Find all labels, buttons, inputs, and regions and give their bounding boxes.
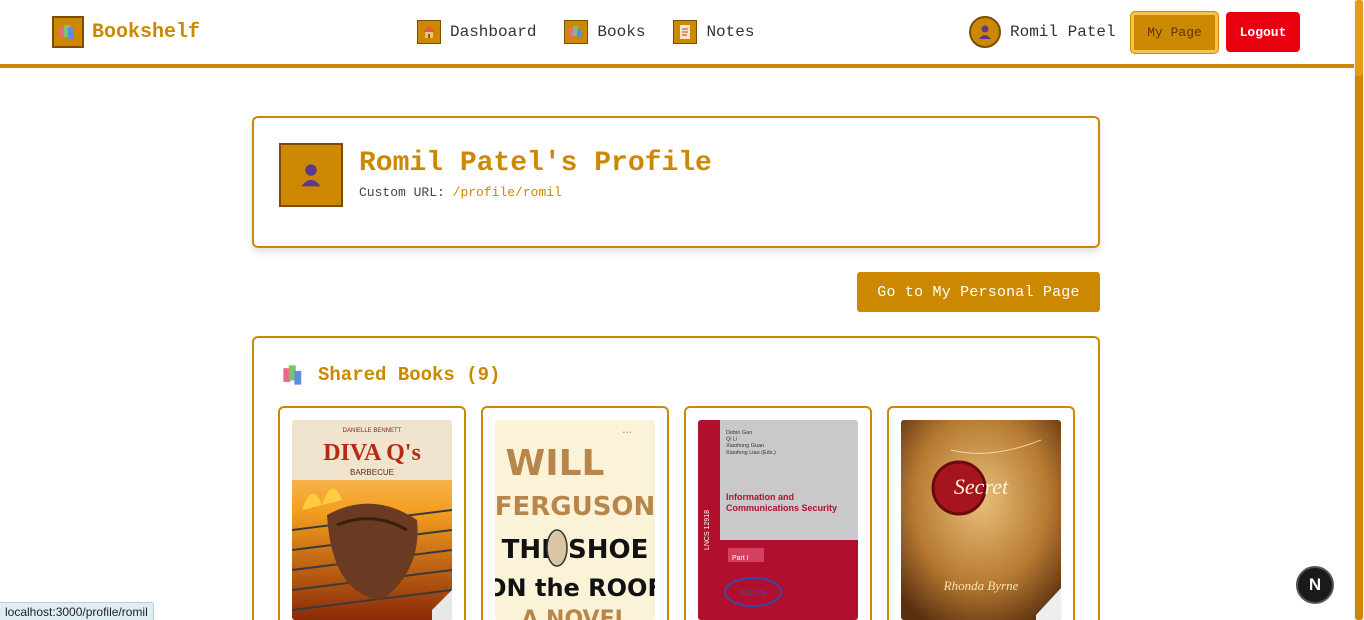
shared-books-title: Shared Books (9)	[318, 364, 501, 386]
cover-title-line-1: THE SHOE	[502, 535, 649, 565]
shared-books-section: Shared Books (9) DANIELLE BENNETT DIVA Q…	[252, 336, 1100, 620]
svg-text:ICICS: ICICS	[740, 588, 767, 599]
svg-text:• • •: • • •	[623, 430, 631, 436]
books-icon	[564, 20, 589, 44]
scrollbar-thumb[interactable]	[1355, 0, 1363, 76]
cover-series-text: LNCS 12918	[704, 510, 711, 550]
book-cover: Debin Gao Qi Li Xiaohong Guan Xiaofeng Liao…	[698, 420, 858, 620]
nav-dashboard-label: Dashboard	[450, 23, 537, 41]
nav-books[interactable]: Books	[564, 20, 645, 44]
books-icon	[283, 365, 302, 385]
book-card[interactable]: WILL FERGUSON THE SHOE ON the ROOF A NOV…	[481, 406, 669, 620]
cover-subtitle-text: BARBECUE	[350, 468, 394, 477]
user-name: Romil Patel	[1010, 23, 1116, 41]
profile-avatar	[279, 143, 343, 207]
nav-notes-label: Notes	[706, 23, 755, 41]
nav-books-label: Books	[597, 23, 646, 41]
app-logo[interactable]: Bookshelf	[52, 16, 200, 48]
cover-title-text: Secret	[954, 474, 1009, 499]
user-icon	[301, 164, 321, 187]
cover-title-line-2: ON the ROOF	[495, 574, 655, 602]
nextjs-dev-indicator[interactable]: N	[1296, 566, 1334, 604]
note-icon	[673, 20, 698, 44]
avatar	[969, 16, 1001, 48]
custom-url-label: Custom URL:	[359, 185, 445, 200]
go-to-personal-page-button[interactable]: Go to My Personal Page	[857, 272, 1100, 312]
scrollbar[interactable]	[1355, 0, 1363, 620]
top-nav-bar: Bookshelf Dashboard Books Notes Romil Pa…	[0, 0, 1354, 68]
book-cover: DANIELLE BENNETT DIVA Q's BARBECUE	[292, 420, 452, 620]
app-name: Bookshelf	[92, 20, 201, 44]
cover-author-text: Rhonda Byrne	[943, 578, 1019, 593]
house-icon	[417, 20, 441, 44]
shared-books-heading: Shared Books (9)	[282, 364, 500, 386]
book-cover: Secret Rhonda Byrne	[901, 420, 1061, 620]
nav-dashboard[interactable]: Dashboard	[417, 20, 536, 44]
main-nav: Dashboard Books Notes	[417, 20, 754, 44]
custom-url-value[interactable]: /profile/romil	[453, 185, 562, 200]
book-card[interactable]: Debin Gao Qi Li Xiaohong Guan Xiaofeng Liao…	[684, 406, 872, 620]
logout-button[interactable]: Logout	[1226, 12, 1300, 52]
cover-author-last-text: FERGUSON	[495, 492, 655, 522]
page-title: Romil Patel's Profile	[359, 148, 712, 179]
book-card[interactable]: Secret Rhonda Byrne	[887, 406, 1075, 620]
user-menu[interactable]: Romil Patel	[969, 16, 1116, 48]
cover-author-text: DANIELLE BENNETT	[343, 428, 402, 434]
profile-card: Romil Patel's Profile Custom URL: /profi…	[252, 116, 1100, 248]
book-cover: WILL FERGUSON THE SHOE ON the ROOF A NOV…	[495, 420, 655, 620]
my-page-button[interactable]: My Page	[1131, 12, 1218, 53]
cover-author-first-text: WILL	[506, 443, 605, 484]
cover-title-text: DIVA Q's	[323, 440, 421, 466]
books-icon	[52, 16, 84, 48]
custom-url: Custom URL: /profile/romil	[359, 185, 562, 200]
nav-notes[interactable]: Notes	[673, 20, 754, 44]
book-card[interactable]: DANIELLE BENNETT DIVA Q's BARBECUE	[278, 406, 466, 620]
cover-subtitle-text: A NOVEL	[521, 607, 628, 620]
browser-status-url: localhost:3000/profile/romil	[0, 602, 154, 620]
cover-part-text: Part I	[732, 555, 749, 562]
